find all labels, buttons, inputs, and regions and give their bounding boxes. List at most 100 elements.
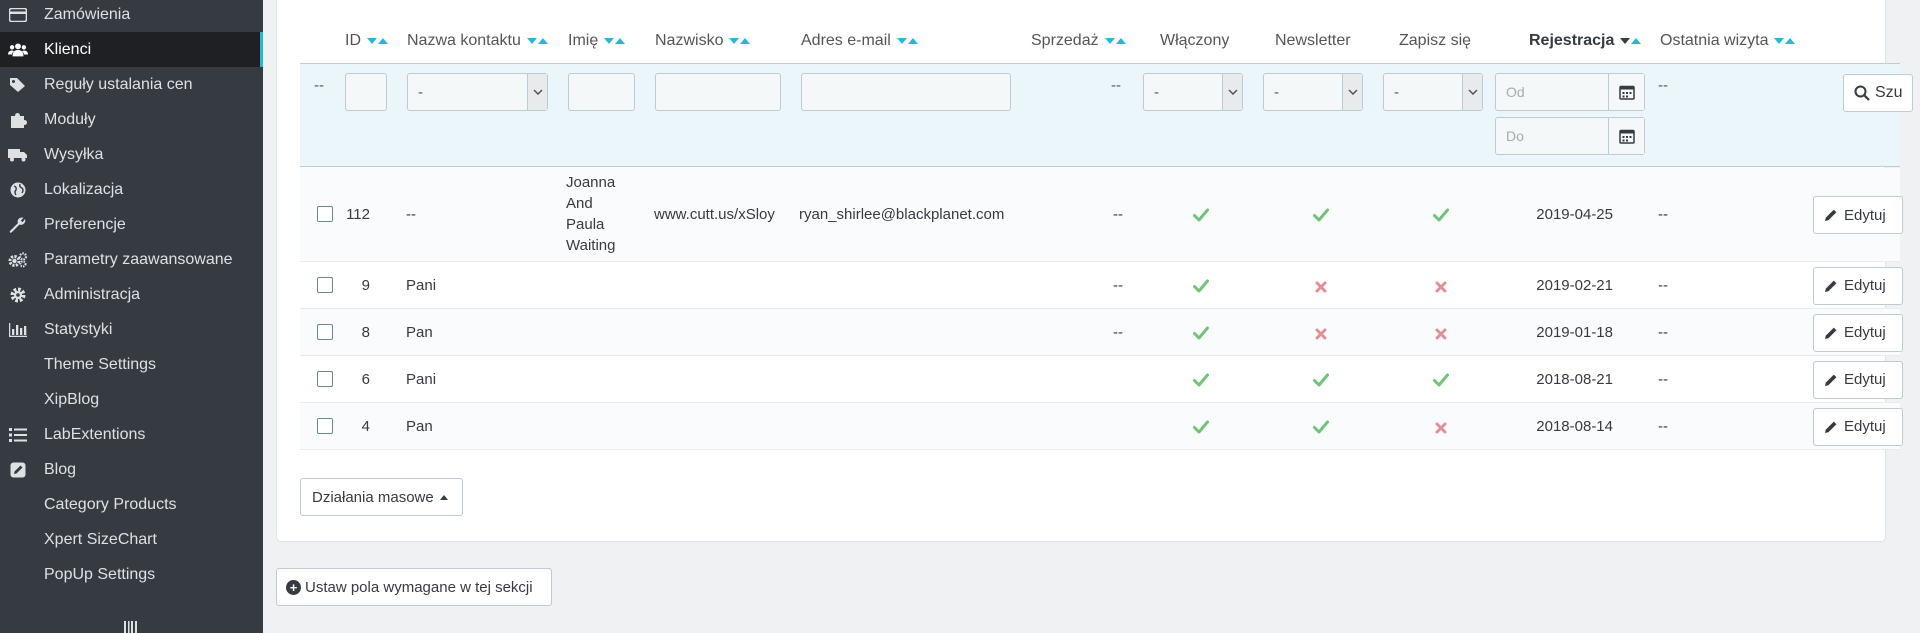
edit-button-label: Edytuj bbox=[1844, 418, 1886, 435]
sidebar-item-popup-settings[interactable]: PopUp Settings bbox=[0, 557, 263, 592]
table-row[interactable]: 9 Pani -- 2019-02-21 -- Edytuj bbox=[300, 262, 1903, 309]
header-label: Włączony bbox=[1160, 32, 1230, 49]
header-label: Sprzedaż bbox=[1031, 32, 1099, 49]
sidebar-item-statistics[interactable]: Statystyki bbox=[0, 312, 263, 347]
table-row[interactable]: 4 Pan 2018-08-14 -- Edytuj bbox=[300, 403, 1903, 450]
sidebar-item-localization[interactable]: Lokalizacja bbox=[0, 172, 263, 207]
sidebar-item-theme-settings[interactable]: Theme Settings bbox=[0, 347, 263, 382]
sidebar-item-label: Parametry zaawansowane bbox=[44, 250, 233, 268]
cell-last-visit: -- bbox=[1658, 276, 1668, 294]
cell-registration: 2019-04-25 bbox=[1536, 206, 1613, 223]
check-icon[interactable] bbox=[1193, 279, 1209, 293]
cell-last-visit: -- bbox=[1658, 206, 1668, 223]
cell-firstname-line: Joanna bbox=[566, 174, 616, 191]
check-icon[interactable] bbox=[1313, 373, 1329, 387]
check-icon[interactable] bbox=[1193, 420, 1209, 434]
cell-registration: 2019-01-18 bbox=[1536, 323, 1613, 341]
sort-arrows-icon[interactable] bbox=[367, 38, 388, 44]
cross-icon[interactable] bbox=[1315, 327, 1327, 339]
header-firstname[interactable]: Imię bbox=[568, 32, 626, 50]
check-icon[interactable] bbox=[1193, 208, 1209, 222]
sort-arrows-icon[interactable] bbox=[1620, 38, 1642, 44]
cell-id: 8 bbox=[361, 323, 370, 341]
filter-firstname-input[interactable] bbox=[568, 73, 635, 111]
sidebar-item-xipblog[interactable]: XipBlog bbox=[0, 382, 263, 417]
edit-button[interactable]: Edytuj bbox=[1813, 407, 1903, 446]
sidebar-item-administration[interactable]: Administracja bbox=[0, 277, 263, 312]
sidebar-item-preferences[interactable]: Preferencje bbox=[0, 207, 263, 242]
sidebar-item-label: XipBlog bbox=[44, 390, 100, 408]
cell-registration: 2018-08-14 bbox=[1536, 417, 1613, 435]
edit-button[interactable]: Edytuj bbox=[1813, 196, 1903, 234]
check-icon[interactable] bbox=[1193, 373, 1209, 387]
sidebar-item-label: Statystyki bbox=[44, 320, 113, 338]
check-icon[interactable] bbox=[1313, 420, 1329, 434]
filter-lastname-input[interactable] bbox=[655, 73, 781, 111]
cross-icon[interactable] bbox=[1315, 280, 1327, 292]
sidebar-item-category-products[interactable]: Category Products bbox=[0, 487, 263, 522]
sort-arrows-icon[interactable] bbox=[526, 38, 548, 44]
table-row[interactable]: 112 -- Joanna And Paula Waiting www.cutt.us/xS… bbox=[300, 168, 1903, 262]
filter-enabled-select[interactable]: - bbox=[1143, 73, 1243, 111]
table-row[interactable]: 6 Pani 2018-08-21 -- Edytuj bbox=[300, 356, 1903, 403]
bulk-actions-button[interactable]: Działania masowe bbox=[300, 478, 463, 516]
filter-placeholder: -- bbox=[314, 77, 324, 94]
sort-arrows-icon[interactable] bbox=[1104, 38, 1126, 44]
check-icon[interactable] bbox=[1193, 326, 1209, 340]
header-lastname[interactable]: Nazwisko bbox=[655, 32, 751, 50]
filter-date-to[interactable]: Do bbox=[1495, 117, 1645, 155]
sidebar-item-orders[interactable]: Zamówienia bbox=[0, 0, 263, 32]
sort-arrows-icon[interactable] bbox=[896, 38, 918, 44]
filter-id-input[interactable] bbox=[345, 73, 387, 111]
row-checkbox[interactable] bbox=[317, 370, 333, 387]
header-last-visit[interactable]: Ostatnia wizyta bbox=[1660, 32, 1796, 50]
pencil-icon bbox=[1825, 421, 1837, 433]
header-contact[interactable]: Nazwa kontaktu bbox=[407, 32, 548, 50]
header-label: ID bbox=[345, 32, 361, 49]
calendar-icon[interactable] bbox=[1608, 74, 1644, 110]
row-checkbox[interactable] bbox=[317, 206, 333, 222]
filter-date-from[interactable]: Od bbox=[1495, 73, 1645, 111]
sort-arrows-icon[interactable] bbox=[729, 38, 751, 44]
edit-button[interactable]: Edytuj bbox=[1813, 360, 1903, 399]
filter-email-input[interactable] bbox=[801, 73, 1011, 111]
sidebar-item-labextentions[interactable]: LabExtentions bbox=[0, 417, 263, 452]
row-checkbox[interactable] bbox=[317, 276, 333, 293]
cell-last-visit: -- bbox=[1658, 370, 1668, 388]
sidebar-item-xpert-sizechart[interactable]: Xpert SizeChart bbox=[0, 522, 263, 557]
filter-contact-select[interactable]: - bbox=[407, 73, 548, 111]
cell-sales: -- bbox=[1113, 276, 1123, 294]
edit-button[interactable]: Edytuj bbox=[1813, 313, 1903, 352]
set-required-fields-button[interactable]: + Ustaw pola wymagane w tej sekcji bbox=[276, 568, 552, 606]
sidebar-item-label: Theme Settings bbox=[44, 355, 157, 373]
header-sales[interactable]: Sprzedaż bbox=[1031, 32, 1126, 50]
check-icon[interactable] bbox=[1433, 373, 1449, 387]
select-value: - bbox=[1274, 83, 1279, 101]
sidebar-item-modules[interactable]: Moduły bbox=[0, 102, 263, 137]
check-icon[interactable] bbox=[1313, 208, 1329, 222]
sort-arrows-icon[interactable] bbox=[604, 38, 626, 44]
table-row[interactable]: 8 Pan -- 2019-01-18 -- Edytuj bbox=[300, 309, 1903, 356]
header-registration[interactable]: Rejestracja bbox=[1529, 32, 1642, 50]
filter-optin-select[interactable]: - bbox=[1383, 73, 1483, 111]
cross-icon[interactable] bbox=[1435, 421, 1447, 433]
check-icon[interactable] bbox=[1433, 208, 1449, 222]
sidebar-item-blog[interactable]: Blog bbox=[0, 452, 263, 487]
header-email[interactable]: Adres e-mail bbox=[801, 32, 918, 50]
filter-newsletter-select[interactable]: - bbox=[1263, 73, 1363, 111]
sort-arrows-icon[interactable] bbox=[1774, 38, 1796, 44]
sidebar-item-shipping[interactable]: Wysyłka bbox=[0, 137, 263, 172]
header-id[interactable]: ID bbox=[345, 32, 388, 50]
pencil-icon bbox=[1825, 327, 1837, 339]
calendar-icon[interactable] bbox=[1608, 118, 1644, 154]
search-button[interactable]: Szu bbox=[1843, 74, 1913, 112]
cross-icon[interactable] bbox=[1435, 327, 1447, 339]
sidebar-item-price-rules[interactable]: Reguły ustalania cen bbox=[0, 67, 263, 102]
row-checkbox[interactable] bbox=[317, 323, 333, 340]
sidebar-item-label: Blog bbox=[44, 460, 77, 478]
edit-button[interactable]: Edytuj bbox=[1813, 266, 1903, 305]
cross-icon[interactable] bbox=[1435, 280, 1447, 292]
sidebar-item-advanced-parameters[interactable]: Parametry zaawansowane bbox=[0, 242, 263, 277]
row-checkbox[interactable] bbox=[317, 417, 333, 434]
sidebar-item-customers[interactable]: Klienci bbox=[0, 32, 263, 67]
